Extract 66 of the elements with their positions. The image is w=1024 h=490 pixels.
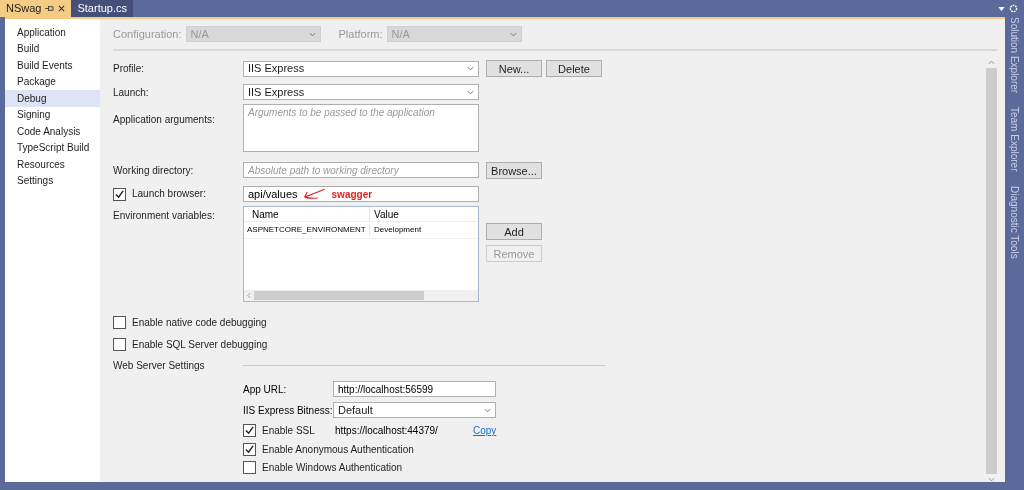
checkbox-label: Enable native code debugging <box>132 316 267 329</box>
dropdown[interactable]: Default <box>333 402 496 418</box>
arguments-field[interactable]: Arguments to be passed to the application <box>243 104 479 152</box>
checkbox[interactable] <box>113 316 126 329</box>
checkbox-label: Enable SSL <box>262 424 315 437</box>
annotation-text: swagger <box>331 187 373 202</box>
checkbox-label: Enable SQL Server debugging <box>132 338 268 351</box>
field-label: Environment variables: <box>113 209 216 223</box>
horizontal-scrollbar[interactable] <box>244 290 478 301</box>
caret-icon <box>509 31 517 37</box>
sidebar-item[interactable]: Debug <box>5 90 100 107</box>
document-tab[interactable]: NSwag <box>0 0 72 17</box>
column-header[interactable]: Name <box>244 207 370 221</box>
directory-field[interactable]: Absolute path to working directory <box>243 162 479 178</box>
sidebar-item[interactable]: Signing <box>5 106 100 123</box>
ssl-url: https://localhost:44379/ <box>334 424 439 438</box>
field-label: Configuration: <box>113 26 182 42</box>
checkbox[interactable] <box>113 338 126 351</box>
document-tab[interactable]: Startup.cs <box>71 0 133 17</box>
url-field[interactable]: api/values swagger <box>243 186 479 202</box>
field-label: Launch: <box>113 85 150 100</box>
side-panel-tab[interactable]: Team Explorer <box>1007 107 1022 172</box>
column-header[interactable]: Value <box>370 207 399 221</box>
sidebar-item[interactable]: TypeScript Build <box>5 139 100 156</box>
handwritten-arrow-icon <box>301 187 328 201</box>
field-label: App URL: <box>243 382 288 397</box>
dialog-button[interactable]: Add <box>486 223 542 240</box>
checkbox[interactable] <box>243 424 256 437</box>
field-label: Working directory: <box>113 163 195 178</box>
dialog-button[interactable]: Delete <box>546 60 602 77</box>
sidebar-item[interactable]: Resources <box>5 156 100 173</box>
table-cell-text: Development <box>373 224 422 236</box>
field-label: Application arguments: <box>113 113 216 127</box>
caret-icon <box>467 66 474 71</box>
sidebar-item[interactable]: Code Analysis <box>5 123 100 140</box>
table-cell: ASPNETCORE_ENVIRONMENT <box>244 224 370 236</box>
field-label: IIS Express Bitness: <box>243 403 333 418</box>
dropdown[interactable]: IIS Express <box>243 84 479 100</box>
checkbox-label: Launch browser: <box>132 188 206 200</box>
caret-icon <box>484 407 491 413</box>
caret-icon <box>308 31 316 37</box>
url-field[interactable]: http://localhost:56599 <box>333 381 496 397</box>
sidebar-item[interactable]: Package <box>5 73 100 90</box>
checkbox[interactable] <box>243 443 256 456</box>
sidebar-item[interactable]: Settings <box>5 172 100 189</box>
settings-icon[interactable] <box>1009 4 1018 13</box>
checkbox[interactable] <box>113 187 126 201</box>
caret-icon <box>467 89 474 95</box>
dialog-button[interactable]: Browse... <box>486 162 542 179</box>
sidebar-item[interactable]: Build <box>5 40 100 57</box>
side-panel-tab[interactable]: Diagnostic Tools <box>1007 185 1022 259</box>
sidebar-item[interactable]: Build Events <box>5 57 100 74</box>
pin-icon[interactable] <box>45 5 55 12</box>
checkbox-label: Enable Windows Authentication <box>262 461 403 474</box>
close-icon[interactable] <box>58 5 66 12</box>
checkbox-label: Enable Anonymous Authentication <box>262 443 414 456</box>
field-label: Profile: <box>113 62 146 76</box>
field-label: Platform: <box>338 26 383 42</box>
dropdown[interactable]: IIS Express <box>243 60 479 77</box>
section-title: Web Server Settings <box>113 359 206 373</box>
dropdown-arrow-icon[interactable] <box>998 6 1005 11</box>
copy-link[interactable]: Copy <box>473 423 497 438</box>
side-panel-tab[interactable]: Solution Explorer <box>1007 17 1022 94</box>
dialog-button[interactable]: New... <box>486 60 542 77</box>
sidebar-item[interactable]: Application <box>5 24 100 41</box>
checkbox[interactable] <box>243 461 256 474</box>
